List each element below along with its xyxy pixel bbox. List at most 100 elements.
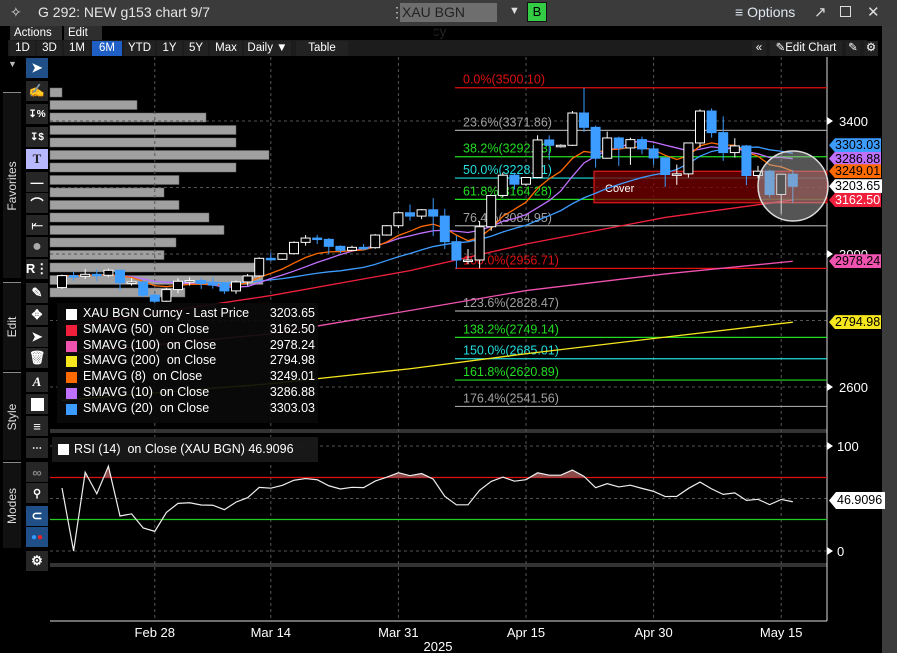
legend-swatch <box>66 324 77 336</box>
candle-body <box>555 144 566 148</box>
candle-body <box>602 137 613 159</box>
candle-body <box>300 237 311 243</box>
legend-swatch <box>66 309 77 320</box>
candle-body <box>741 145 752 177</box>
candle-body <box>474 226 485 261</box>
legend-value: 3303.03 <box>269 400 315 415</box>
volume-profile-bar <box>49 237 177 248</box>
volume-profile-bar <box>49 162 237 173</box>
volume-profile-bar <box>49 200 180 210</box>
candle-body <box>103 269 114 276</box>
rsi-legend: RSI (14) on Close (XAU BGN) 46.9096 <box>52 437 318 462</box>
volume-profile-bar <box>49 137 237 148</box>
candle-body <box>671 173 682 176</box>
candle-body <box>648 148 659 159</box>
price-tag: 3249.01 <box>829 164 881 179</box>
volume-profile-bar <box>49 225 225 235</box>
legend-swatch <box>66 388 77 399</box>
candle-body <box>173 280 183 291</box>
candle-body <box>428 209 439 217</box>
candle-body <box>323 238 334 247</box>
rsi-swatch <box>58 444 69 455</box>
price-tick-label: 3400 <box>839 114 868 129</box>
candle-body <box>370 234 381 249</box>
panel-divider <box>50 429 827 433</box>
candle-body <box>695 110 705 144</box>
legend-value: 3203.65 <box>269 306 315 320</box>
candle-body <box>439 215 450 243</box>
candle-body <box>126 281 137 284</box>
candle-body <box>265 257 276 261</box>
candle-body <box>231 281 241 292</box>
volume-profile-bar <box>49 87 63 98</box>
candle-body <box>358 246 369 250</box>
candle-body <box>637 139 647 150</box>
volume-profile-bar <box>49 187 165 198</box>
legend-label: SMAVG (20) on Close <box>83 400 210 415</box>
candle-body <box>660 157 671 176</box>
price-tag: 2794.98 <box>829 315 881 330</box>
date-tick-label: May 15 <box>760 625 803 640</box>
candle-body <box>532 139 543 179</box>
candle-body <box>207 283 218 286</box>
fib-level-label: 176.4%(2541.56) <box>463 391 559 405</box>
candle-body <box>544 139 555 146</box>
price-tag: 3286.88 <box>829 151 881 166</box>
price-tag: 2978.24 <box>829 254 881 269</box>
candle-body <box>161 289 172 302</box>
date-tick-label: Apr 30 <box>634 625 672 640</box>
rsi-tick-label: 100 <box>837 439 859 454</box>
candle-body <box>579 112 589 128</box>
price-tag: 3203.65 <box>829 179 882 194</box>
tick-marker <box>827 383 833 391</box>
tick-marker <box>827 250 833 258</box>
fib-level-label: 161.8%(2620.89) <box>463 365 559 379</box>
volume-profile-bar <box>49 250 165 260</box>
legend: XAU BGN Curncy - Last Price 3203.65 SMAVG … <box>57 303 318 423</box>
legend-value: 2978.24 <box>269 337 315 352</box>
date-tick-label: Mar 14 <box>251 625 291 640</box>
candle-body <box>416 209 427 217</box>
candle-body <box>486 194 497 228</box>
candle-body <box>567 112 578 146</box>
candle-body <box>590 126 601 159</box>
rsi-line <box>61 464 793 552</box>
tick-marker <box>827 117 833 125</box>
volume-profile-bar <box>49 150 270 160</box>
legend-value: 3249.01 <box>269 369 315 384</box>
legend-label: EMAVG (8) on Close <box>83 369 203 384</box>
volume-profile-bar <box>49 175 180 185</box>
legend-value: 3162.50 <box>269 321 315 336</box>
price-tag: 3162.50 <box>829 192 881 207</box>
panel-divider <box>50 563 827 567</box>
legend-label: XAU BGN Curncy - Last Price <box>83 306 250 320</box>
year-label: 2025 <box>424 639 453 653</box>
candle-body <box>521 177 531 185</box>
candle-body <box>706 110 717 134</box>
rsi-value-tag: 46.9096 <box>829 492 886 509</box>
candle-body <box>347 246 357 251</box>
candle-body <box>91 273 102 277</box>
candle-body <box>57 275 67 289</box>
legend-value: 3286.88 <box>269 385 315 399</box>
candle-body <box>451 241 462 261</box>
candle-body <box>625 139 636 149</box>
candle-body <box>68 275 79 278</box>
candle-body <box>115 269 125 284</box>
date-tick-label: Mar 31 <box>378 625 418 640</box>
candle-body <box>683 142 694 175</box>
candle-body <box>381 225 392 236</box>
legend-swatch <box>66 356 77 368</box>
date-tick-label: Feb 28 <box>135 625 175 640</box>
legend-swatch <box>66 372 77 384</box>
volume-profile-bar <box>49 262 264 273</box>
legend-label: SMAVG (50) on Close <box>83 321 210 336</box>
candle-body <box>729 145 740 154</box>
price-tag: 3303.03 <box>829 138 881 153</box>
candle-body <box>138 281 149 296</box>
fib-level-label: 123.6%(2828.47) <box>463 296 559 310</box>
volume-profile-bar <box>49 212 210 223</box>
candle-body <box>405 212 415 217</box>
candle-body <box>289 241 299 255</box>
circle-annotation <box>757 150 829 222</box>
